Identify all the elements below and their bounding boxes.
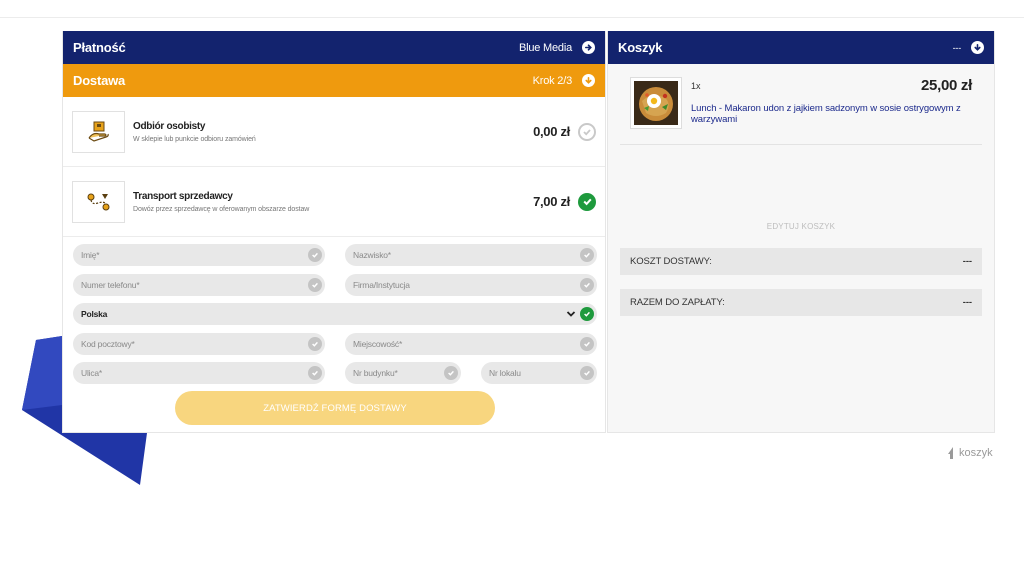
arrow-down-icon[interactable]: [582, 74, 595, 87]
option-price: 0,00 zł: [533, 124, 570, 139]
postal-code-field[interactable]: Kod pocztowy*: [73, 333, 325, 355]
country-value: Polska: [81, 309, 108, 319]
checked-radio-icon[interactable]: [578, 192, 596, 211]
shipping-cost-row: KOSZT DOSTAWY: ---: [620, 248, 982, 275]
check-icon: [580, 366, 594, 380]
arrow-down-icon[interactable]: [971, 41, 984, 54]
cart-collapsed-indicator: ---: [952, 42, 962, 53]
koszyk-logo-icon: [948, 447, 953, 459]
delivery-step: Krok 2/3: [532, 74, 573, 87]
check-icon: [580, 307, 594, 321]
cart-title: Koszyk: [618, 40, 663, 55]
total-row: RAZEM DO ZAPŁATY: ---: [620, 289, 982, 316]
apartment-number-placeholder: Nr lokalu: [489, 368, 521, 378]
cart-header[interactable]: Koszyk ---: [608, 31, 994, 64]
company-placeholder: Firma/Instytucja: [353, 280, 410, 290]
option-description: W sklepie lub punkcie odbioru zamówień: [133, 135, 256, 143]
option-description: Dowóz przez sprzedawcę w oferowanym obsz…: [133, 205, 310, 213]
chevron-down-icon[interactable]: [566, 310, 576, 318]
city-field[interactable]: Miejscowość*: [345, 333, 597, 355]
cart-panel: Koszyk --- 1x 25,00 zł Lunch - Makaron u…: [607, 31, 995, 433]
brand-name: koszyk: [959, 447, 993, 459]
check-icon: [444, 366, 458, 380]
product-thumbnail[interactable]: [630, 77, 682, 129]
street-field[interactable]: Ulica*: [73, 362, 325, 384]
total-value: ---: [962, 297, 972, 308]
item-price: 25,00 zł: [921, 77, 972, 94]
shipping-cost-label: KOSZT DOSTAWY:: [630, 256, 712, 267]
edit-cart-link[interactable]: EDYTUJ KOSZYK: [608, 222, 994, 231]
option-name: Transport sprzedawcy: [133, 190, 233, 202]
company-field[interactable]: Firma/Instytucja: [345, 274, 597, 296]
confirm-delivery-button[interactable]: ZATWIERDŹ FORMĘ DOSTAWY: [175, 391, 495, 425]
payment-method: Blue Media: [518, 41, 572, 54]
payment-header[interactable]: Płatność Blue Media: [63, 31, 605, 64]
building-number-placeholder: Nr budynku*: [353, 368, 398, 378]
check-icon: [308, 337, 322, 351]
payment-title: Płatność: [73, 40, 126, 55]
country-select[interactable]: Polska: [73, 303, 597, 325]
first-name-placeholder: Imię*: [81, 250, 100, 260]
check-icon: [580, 337, 594, 351]
delivery-header[interactable]: Dostawa Krok 2/3: [63, 64, 605, 97]
first-name-field[interactable]: Imię*: [73, 244, 325, 266]
postal-code-placeholder: Kod pocztowy*: [81, 339, 135, 349]
shipping-cost-value: ---: [962, 256, 972, 267]
phone-placeholder: Numer telefonu*: [81, 280, 140, 290]
brand-logo[interactable]: koszyk: [947, 446, 993, 460]
route-icon: [72, 180, 125, 223]
phone-field[interactable]: Numer telefonu*: [73, 274, 325, 296]
delivery-option-seller-transport[interactable]: Transport sprzedawcy Dowóz przez sprzeda…: [63, 167, 605, 237]
arrow-right-icon[interactable]: [582, 41, 595, 54]
item-name[interactable]: Lunch - Makaron udon z jajkiem sadzonym …: [691, 103, 981, 125]
item-quantity: 1x: [691, 81, 701, 91]
top-divider: [0, 17, 1024, 18]
hand-package-icon: [72, 110, 125, 153]
option-name: Odbiór osobisty: [133, 120, 206, 132]
cart-item: 1x 25,00 zł Lunch - Makaron udon z jajki…: [620, 77, 982, 145]
last-name-placeholder: Nazwisko*: [353, 250, 391, 260]
city-placeholder: Miejscowość*: [353, 339, 403, 349]
total-label: RAZEM DO ZAPŁATY:: [630, 297, 725, 308]
check-icon: [308, 278, 322, 292]
check-icon: [308, 248, 322, 262]
last-name-field[interactable]: Nazwisko*: [345, 244, 597, 266]
option-price: 7,00 zł: [533, 194, 570, 209]
check-icon: [308, 366, 322, 380]
check-icon: [580, 278, 594, 292]
apartment-number-field[interactable]: Nr lokalu: [481, 362, 597, 384]
delivery-option-pickup[interactable]: Odbiór osobisty W sklepie lub punkcie od…: [63, 97, 605, 167]
payment-panel: Płatność Blue Media Dostawa Krok 2/3 Odb…: [62, 31, 606, 433]
building-number-field[interactable]: Nr budynku*: [345, 362, 461, 384]
delivery-title: Dostawa: [73, 73, 126, 88]
street-placeholder: Ulica*: [81, 368, 103, 378]
check-icon: [580, 248, 594, 262]
unchecked-radio-icon[interactable]: [578, 122, 596, 141]
